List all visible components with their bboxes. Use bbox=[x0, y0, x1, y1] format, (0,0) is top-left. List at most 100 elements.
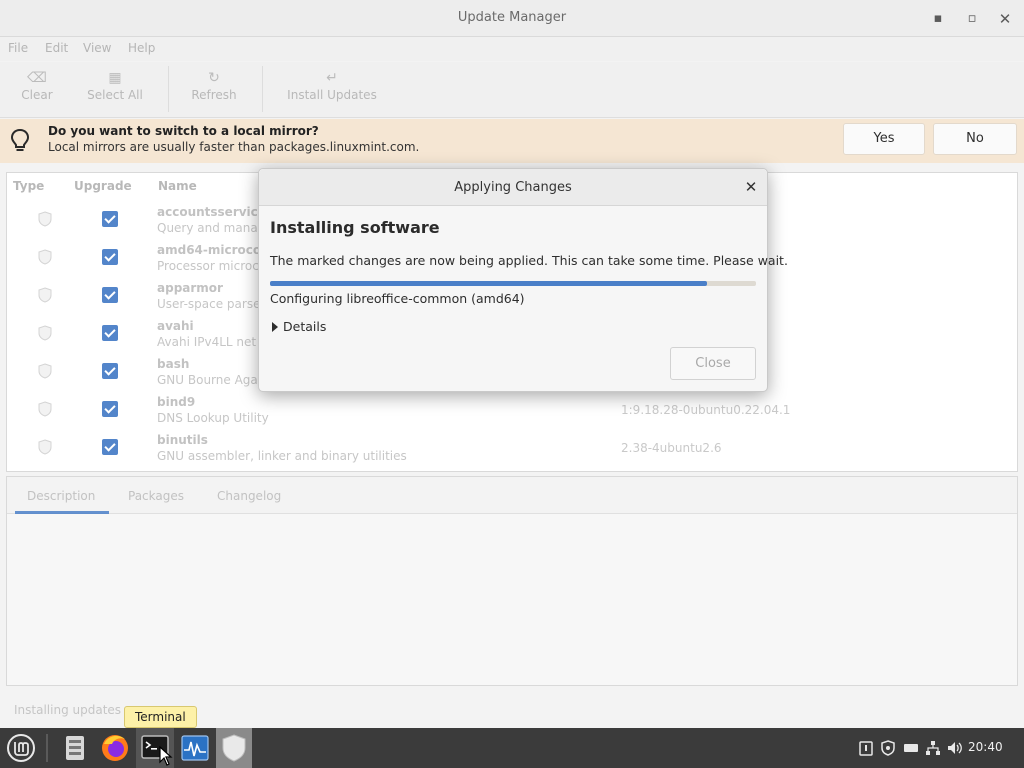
package-type-shield-icon bbox=[38, 363, 52, 379]
package-version: 2.38-4ubuntu2.6 bbox=[621, 441, 722, 455]
column-name[interactable]: Name bbox=[158, 179, 197, 193]
upgrade-checkbox[interactable] bbox=[102, 401, 118, 417]
infobar-subtitle: Local mirrors are usually faster than pa… bbox=[48, 140, 420, 154]
files-launcher[interactable] bbox=[58, 728, 92, 768]
maximize-button[interactable]: ▫ bbox=[962, 9, 982, 29]
toolbar-separator bbox=[262, 66, 263, 112]
network-icon[interactable] bbox=[925, 740, 941, 756]
select-all-icon: ▦ bbox=[108, 70, 122, 86]
system-monitor-icon bbox=[181, 735, 209, 761]
package-name: bind9 bbox=[157, 395, 196, 409]
menu-view[interactable]: View bbox=[83, 41, 111, 55]
tab-bar: Description Packages Changelog bbox=[7, 477, 1017, 514]
package-name: apparmor bbox=[157, 281, 223, 295]
package-description: Query and manag bbox=[157, 221, 266, 235]
files-icon bbox=[66, 736, 84, 760]
taskbar-separator bbox=[46, 734, 48, 762]
details-panel: Description Packages Changelog bbox=[6, 476, 1018, 686]
column-type[interactable]: Type bbox=[13, 179, 44, 193]
package-description: GNU assembler, linker and binary utiliti… bbox=[157, 449, 407, 463]
tab-packages[interactable]: Packages bbox=[128, 489, 184, 503]
mint-menu-icon bbox=[7, 734, 35, 762]
package-description: GNU Bourne Agai bbox=[157, 373, 262, 387]
progress-bar bbox=[270, 281, 756, 286]
package-type-shield-icon bbox=[38, 211, 52, 227]
volume-icon[interactable] bbox=[946, 740, 964, 756]
dialog-close-button[interactable]: Close bbox=[670, 347, 756, 380]
window-title: Update Manager bbox=[457, 10, 567, 25]
package-type-shield-icon bbox=[38, 401, 52, 417]
package-description: Avahi IPv4LL net bbox=[157, 335, 257, 349]
applying-changes-dialog: Applying Changes ✕ Installing software T… bbox=[258, 168, 788, 392]
dialog-message: The marked changes are now being applied… bbox=[270, 253, 788, 268]
package-version: 1:9.18.28-0ubuntu0.22.04.1 bbox=[621, 403, 791, 417]
menubar: File Edit View Help bbox=[0, 37, 1024, 61]
window-titlebar: Update Manager ▪ ▫ ✕ bbox=[0, 0, 1024, 37]
taskbar: 20:40 bbox=[0, 728, 1024, 768]
package-type-shield-icon bbox=[38, 325, 52, 341]
upgrade-checkbox[interactable] bbox=[102, 325, 118, 341]
column-upgrade[interactable]: Upgrade bbox=[74, 179, 132, 193]
details-expander[interactable]: Details bbox=[272, 319, 326, 334]
install-updates-button[interactable]: ↵ Install Updates bbox=[286, 68, 378, 102]
refresh-button[interactable]: ↻ Refresh bbox=[190, 68, 238, 102]
minimize-button[interactable]: ▪ bbox=[928, 9, 948, 29]
package-name: binutils bbox=[157, 433, 208, 447]
mirror-infobar: Do you want to switch to a local mirror?… bbox=[0, 119, 1024, 163]
active-tab-indicator bbox=[15, 511, 109, 514]
toolbar: ⌫ Clear ▦ Select All ↻ Refresh ↵ Install… bbox=[0, 62, 1024, 118]
update-manager-task[interactable] bbox=[216, 728, 252, 768]
select-all-button[interactable]: ▦ Select All bbox=[84, 68, 146, 102]
package-name: accountsservice bbox=[157, 205, 266, 219]
menu-edit[interactable]: Edit bbox=[45, 41, 68, 55]
infobar-question: Do you want to switch to a local mirror? bbox=[48, 124, 319, 138]
tab-changelog[interactable]: Changelog bbox=[217, 489, 281, 503]
package-type-shield-icon bbox=[38, 439, 52, 455]
tab-description[interactable]: Description bbox=[27, 489, 95, 503]
lightbulb-icon bbox=[10, 128, 30, 151]
clipboard-indicator-icon[interactable] bbox=[858, 740, 874, 756]
package-type-shield-icon bbox=[38, 249, 52, 265]
mouse-cursor-icon bbox=[159, 746, 173, 766]
clear-button[interactable]: ⌫ Clear bbox=[20, 68, 54, 102]
package-description: Processor microc bbox=[157, 259, 259, 273]
progress-fill bbox=[270, 281, 708, 286]
package-type-shield-icon bbox=[38, 287, 52, 303]
package-description: DNS Lookup Utility bbox=[157, 411, 269, 425]
dialog-titlebar: Applying Changes ✕ bbox=[259, 169, 767, 206]
no-button[interactable]: No bbox=[933, 123, 1017, 155]
install-icon: ↵ bbox=[326, 70, 338, 86]
status-text: Installing updates bbox=[14, 703, 122, 717]
package-name: avahi bbox=[157, 319, 194, 333]
dialog-title: Applying Changes bbox=[454, 180, 572, 195]
upgrade-checkbox[interactable] bbox=[102, 439, 118, 455]
window-close-button[interactable]: ✕ bbox=[995, 9, 1015, 29]
menu-help[interactable]: Help bbox=[128, 41, 155, 55]
system-monitor-launcher[interactable] bbox=[176, 728, 214, 768]
firefox-launcher[interactable] bbox=[98, 728, 132, 768]
firefox-icon bbox=[102, 735, 128, 761]
terminal-tooltip: Terminal bbox=[124, 706, 197, 728]
package-row[interactable]: bind9 DNS Lookup Utility 1:9.18.28-0ubuntu… bbox=[7, 395, 1017, 433]
update-shield-icon[interactable] bbox=[880, 740, 896, 756]
eraser-icon: ⌫ bbox=[27, 70, 47, 86]
package-description: User-space parse bbox=[157, 297, 261, 311]
package-row[interactable]: binutils GNU assembler, linker and binary… bbox=[7, 433, 1017, 471]
refresh-icon: ↻ bbox=[208, 70, 220, 86]
upgrade-checkbox[interactable] bbox=[102, 363, 118, 379]
dialog-heading: Installing software bbox=[270, 218, 440, 237]
yes-button[interactable]: Yes bbox=[843, 123, 925, 155]
package-name: amd64-microcod bbox=[157, 243, 270, 257]
menu-file[interactable]: File bbox=[8, 41, 28, 55]
current-action: Configuring libreoffice-common (amd64) bbox=[270, 291, 525, 306]
shield-icon bbox=[222, 734, 246, 762]
upgrade-checkbox[interactable] bbox=[102, 287, 118, 303]
upgrade-checkbox[interactable] bbox=[102, 249, 118, 265]
upgrade-checkbox[interactable] bbox=[102, 211, 118, 227]
dialog-close-icon[interactable]: ✕ bbox=[741, 177, 761, 197]
drive-icon[interactable] bbox=[903, 740, 919, 756]
clock[interactable]: 20:40 bbox=[968, 740, 1003, 754]
package-name: bash bbox=[157, 357, 190, 371]
mint-menu-button[interactable] bbox=[4, 728, 38, 768]
toolbar-separator bbox=[168, 66, 169, 112]
